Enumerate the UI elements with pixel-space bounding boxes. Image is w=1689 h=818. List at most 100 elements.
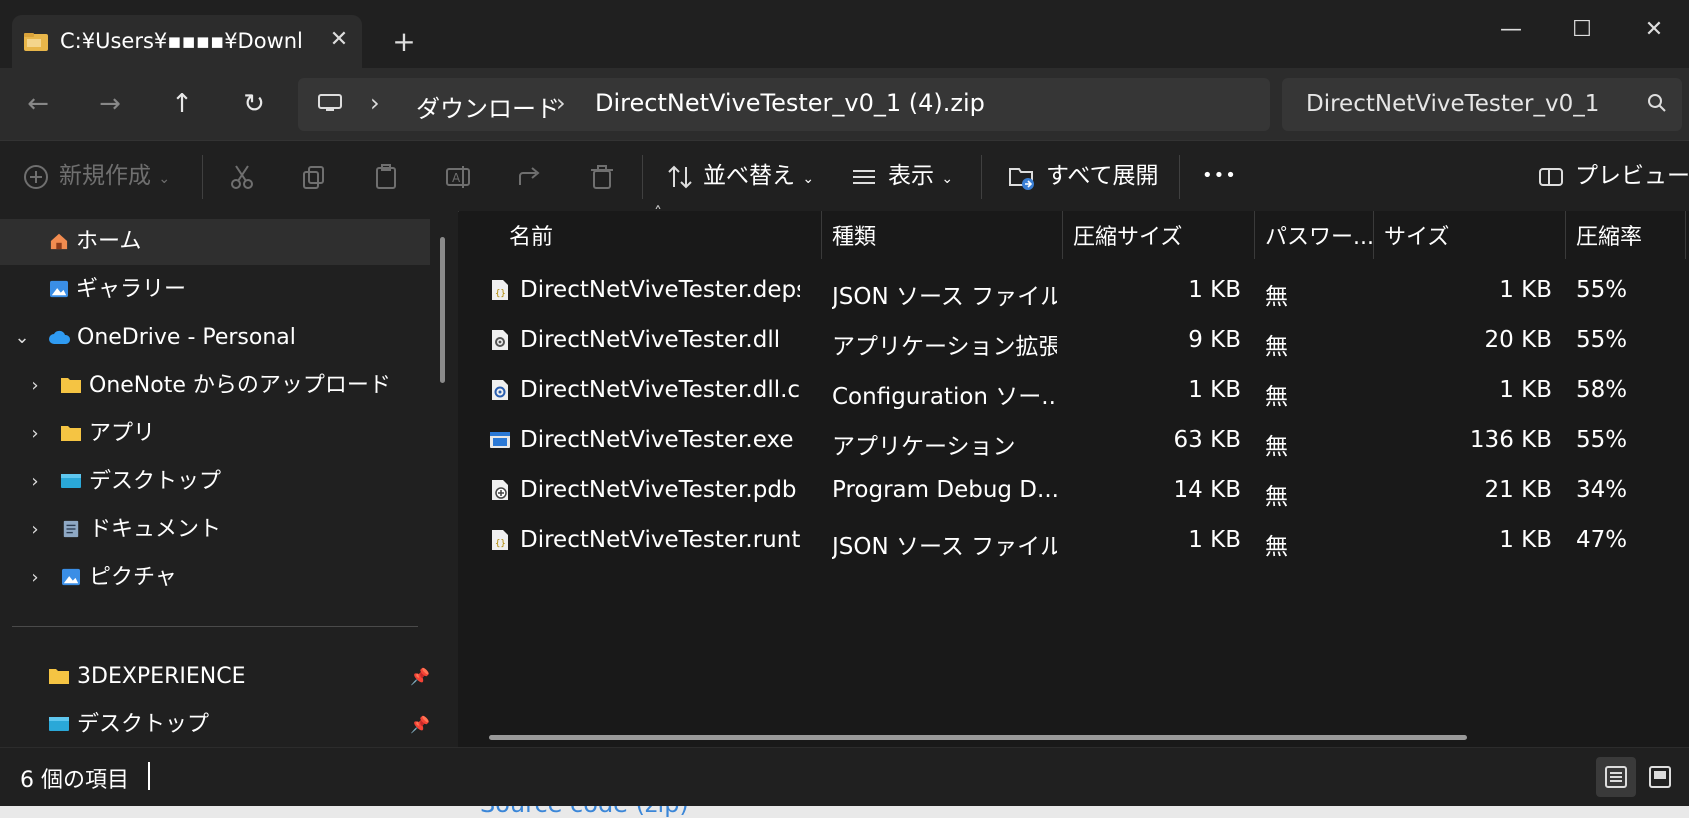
refresh-button[interactable]: ↻	[232, 82, 276, 126]
cell-name: DirectNetViveTester.dll.co...	[520, 377, 800, 403]
minimize-button[interactable]: —	[1479, 8, 1543, 52]
more-options-button[interactable]: •••	[1202, 156, 1237, 196]
column-header-name[interactable]: 名前	[509, 219, 553, 251]
chevron-right-icon[interactable]: ›	[556, 89, 566, 117]
text-caret	[148, 762, 150, 790]
cell-type: アプリケーション	[832, 434, 1016, 460]
pdb-file-icon	[492, 480, 508, 500]
new-plus-icon	[24, 165, 48, 189]
cell-password: 無	[1265, 384, 1288, 410]
table-row[interactable]: DirectNetViveTester.exe アプリケーション 63 KB 無…	[479, 417, 1679, 467]
column-header-type[interactable]: 種類	[832, 219, 876, 251]
sidebar-item-label: デスクトップ	[77, 712, 210, 737]
folder-icon	[49, 669, 69, 684]
sort-button[interactable]: 並べ替え ⌄	[703, 156, 814, 196]
column-divider[interactable]	[1373, 211, 1374, 259]
cell-size: 20 KB	[1484, 327, 1552, 353]
chevron-right-icon[interactable]: ›	[25, 411, 45, 457]
folder-icon	[61, 378, 81, 393]
home-icon	[50, 233, 68, 250]
column-header-password[interactable]: パスワー...	[1265, 219, 1374, 251]
cell-name: DirectNetViveTester.pdb	[520, 477, 797, 503]
sidebar-item-documents[interactable]: › ドキュメント	[0, 507, 430, 553]
close-window-button[interactable]: ✕	[1622, 8, 1686, 52]
table-row[interactable]: {} DirectNetViveTester.deps.... JSON ソース…	[479, 267, 1679, 317]
back-button[interactable]: ←	[16, 82, 60, 126]
folder-zip-icon	[24, 33, 48, 51]
share-icon[interactable]	[516, 163, 544, 191]
preview-pane-icon	[1539, 168, 1563, 186]
chevron-right-icon[interactable]: ›	[25, 363, 45, 409]
cell-size: 21 KB	[1484, 477, 1552, 503]
sidebar-item-desktop[interactable]: › デスクトップ	[0, 459, 430, 505]
search-input[interactable]: DirectNetViveTester_v0_1	[1306, 91, 1626, 117]
details-view-button[interactable]	[1596, 757, 1636, 797]
sidebar-item-apps[interactable]: › アプリ	[0, 411, 430, 457]
forward-button[interactable]: →	[88, 82, 132, 126]
view-button[interactable]: 表示 ⌄	[888, 156, 953, 196]
cell-ratio: 58%	[1576, 377, 1628, 403]
address-bar[interactable]: › ダウンロード › DirectNetViveTester_v0_1 (4).…	[298, 78, 1270, 131]
sidebar-item-pictures[interactable]: › ピクチャ	[0, 555, 430, 601]
up-button[interactable]: ↑	[160, 82, 204, 126]
breadcrumb-downloads[interactable]: ダウンロード	[416, 89, 560, 124]
copy-icon[interactable]	[300, 163, 328, 191]
delete-icon[interactable]	[588, 163, 616, 191]
chevron-right-icon[interactable]: ›	[25, 555, 45, 601]
rename-icon[interactable]: A	[444, 163, 472, 191]
sidebar-item-label: ピクチャ	[89, 565, 177, 590]
paste-icon[interactable]	[372, 163, 400, 191]
sidebar-scrollbar[interactable]	[440, 237, 445, 383]
search-icon[interactable]	[1646, 92, 1668, 114]
column-divider[interactable]	[1254, 211, 1255, 259]
extract-folder-icon	[1009, 168, 1034, 190]
sidebar-item-home[interactable]: ホーム	[0, 219, 430, 265]
horizontal-scrollbar[interactable]	[489, 735, 1467, 740]
sidebar-item-desktop-pinned[interactable]: デスクトップ 📌	[0, 702, 430, 748]
tiles-view-button[interactable]	[1640, 757, 1680, 797]
navigation-bar: ← → ↑ ↻ › ダウンロード › DirectNetViveTester_v…	[0, 68, 1689, 140]
new-button[interactable]: 新規作成 ⌄	[59, 156, 170, 196]
sidebar-item-onedrive[interactable]: ⌄ OneDrive - Personal	[0, 315, 430, 361]
item-count: 6 個の項目	[20, 768, 129, 793]
chevron-right-icon[interactable]: ›	[25, 507, 45, 553]
gallery-icon	[50, 280, 68, 298]
table-row[interactable]: DirectNetViveTester.dll.co... Configurat…	[479, 367, 1679, 417]
breadcrumb-zip[interactable]: DirectNetViveTester_v0_1 (4).zip	[595, 89, 985, 117]
column-divider[interactable]	[1565, 211, 1566, 259]
cell-password: 無	[1265, 434, 1288, 460]
column-header-packed-size[interactable]: 圧縮サイズ	[1073, 219, 1182, 251]
column-divider[interactable]	[821, 211, 822, 259]
table-row[interactable]: DirectNetViveTester.dll アプリケーション拡張 9 KB …	[479, 317, 1679, 367]
table-row[interactable]: {} DirectNetViveTester.runti... JSON ソース…	[479, 517, 1679, 567]
chevron-right-icon[interactable]: ›	[370, 89, 380, 117]
maximize-button[interactable]: ☐	[1550, 8, 1614, 52]
column-divider[interactable]	[1685, 211, 1686, 259]
column-header-ratio[interactable]: 圧縮率	[1576, 219, 1642, 251]
cut-icon[interactable]	[228, 163, 256, 191]
cell-ratio: 55%	[1576, 327, 1628, 353]
chevron-right-icon[interactable]: ›	[25, 459, 45, 505]
column-divider[interactable]	[1062, 211, 1063, 259]
tab-close-icon[interactable]: ✕	[322, 23, 356, 57]
search-box[interactable]: DirectNetViveTester_v0_1	[1282, 78, 1682, 131]
folder-icon	[61, 426, 81, 441]
new-tab-button[interactable]: +	[386, 24, 422, 60]
sidebar-item-label: 3DEXPERIENCE	[77, 664, 246, 689]
tab-title: C:¥Users¥▪▪▪▪¥Downl	[60, 29, 303, 53]
sidebar-item-3dexperience[interactable]: 3DEXPERIENCE 📌	[0, 654, 430, 700]
cell-ratio: 47%	[1576, 527, 1628, 553]
cell-password: 無	[1265, 284, 1288, 310]
preview-button[interactable]: プレビュー	[1575, 156, 1689, 196]
tab-current[interactable]: C:¥Users¥▪▪▪▪¥Downl ✕	[12, 15, 362, 68]
table-row[interactable]: DirectNetViveTester.pdb Program Debug D.…	[479, 467, 1679, 517]
cell-packed-size: 9 KB	[1188, 327, 1241, 353]
sidebar-item-gallery[interactable]: ギャラリー	[0, 267, 430, 313]
view-icon	[853, 170, 875, 184]
column-header-size[interactable]: サイズ	[1384, 219, 1449, 251]
chevron-down-icon[interactable]: ⌄	[12, 315, 32, 361]
extract-all-button[interactable]: すべて展開	[1046, 156, 1158, 196]
sidebar-item-onenote-uploads[interactable]: › OneNote からのアップロード	[0, 363, 430, 409]
json-file-icon: {}	[492, 280, 508, 300]
tiles-view-icon	[1649, 766, 1671, 788]
